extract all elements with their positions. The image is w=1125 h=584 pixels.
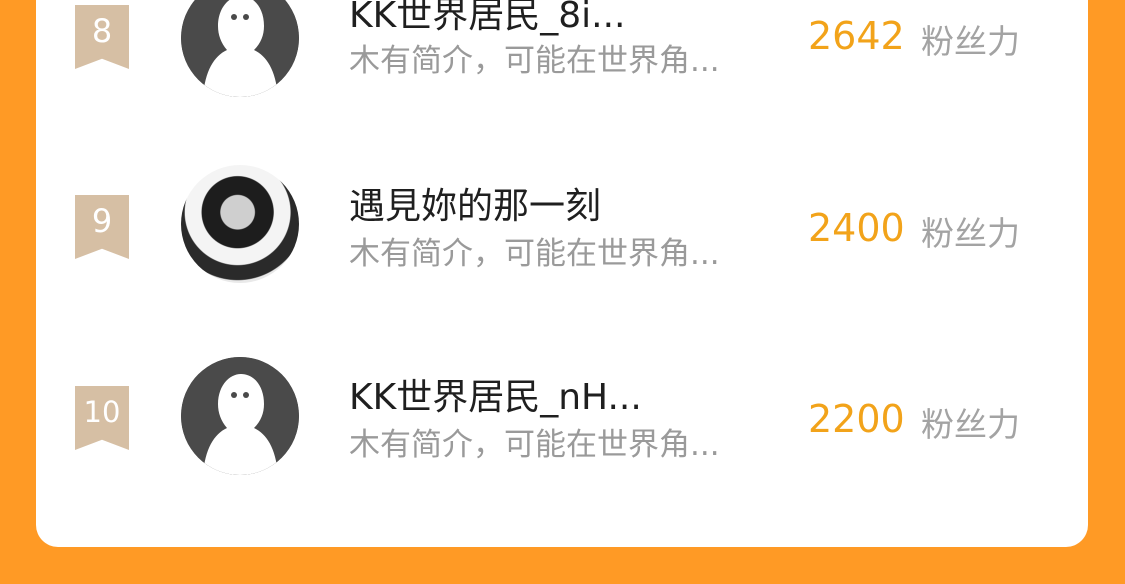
avatar[interactable] [181,0,299,97]
rank-number: 8 [91,12,113,50]
user-name[interactable]: 遇見妳的那一刻 [349,177,601,229]
leaderboard-row[interactable]: 10 KK世界居民_nH... 木有简介，可能在世界角... 2200 粉丝力 [36,340,1088,490]
user-name[interactable]: KK世界居民_8i... [349,0,625,38]
fan-score-label: 粉丝力 [921,22,1020,61]
rank-badge-icon: 10 [75,386,129,450]
user-bio: 木有简介，可能在世界角... [349,236,720,272]
ghost-avatar-icon [181,0,299,97]
leaderboard-row[interactable]: 9 遇見妳的那一刻 木有简介，可能在世界角... 2400 粉丝力 [36,149,1088,299]
rank-number: 9 [91,202,113,240]
user-bio: 木有简介，可能在世界角... [349,43,720,79]
rank-badge-icon: 8 [75,5,129,69]
leaderboard-row[interactable]: 8 KK世界居民_8i... 木有简介，可能在世界角... 2642 粉丝力 [36,0,1088,106]
fan-score: 2642 [808,14,905,58]
rank-number: 10 [83,395,121,429]
fan-score: 2400 [808,206,905,250]
fan-score: 2200 [808,397,905,441]
leaderboard-card: 8 KK世界居民_8i... 木有简介，可能在世界角... 2642 粉丝力 9… [36,0,1088,547]
avatar[interactable] [181,357,299,475]
fan-score-label: 粉丝力 [921,214,1020,253]
rank-badge-icon: 9 [75,195,129,259]
fan-score-label: 粉丝力 [921,405,1020,444]
user-name[interactable]: KK世界居民_nH... [349,368,642,420]
user-bio: 木有简介，可能在世界角... [349,427,720,463]
ghost-avatar-icon [181,357,299,475]
avatar[interactable] [181,165,299,283]
